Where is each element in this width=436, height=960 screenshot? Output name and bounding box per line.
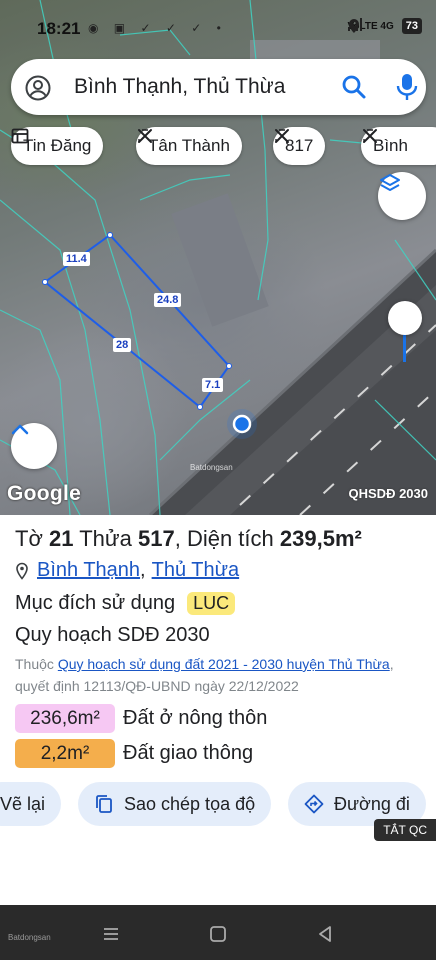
area-value: 239,5m² — [279, 526, 362, 551]
battery-icon: 73 — [401, 18, 422, 34]
dimension-label: 11.4 — [63, 252, 90, 266]
plot-label: Thửa — [79, 526, 132, 551]
home-icon[interactable] — [209, 925, 227, 943]
copy-icon — [96, 795, 112, 813]
close-x-icon — [138, 129, 152, 143]
parcel-title: Tờ 21 Thửa 517, Diện tích 239,5m² — [15, 526, 362, 551]
land-use-row: 236,6m² Đất ở nông thôn — [15, 704, 267, 733]
purpose-label: Mục đích sử dụng — [15, 592, 176, 614]
dimension-label: 7.1 — [202, 378, 224, 392]
status-bar: 18:21 ◉ ▣ ✓ ✓ ✓ • VoLTE 4G 73 — [0, 0, 436, 58]
plan-heading: Quy hoạch SDĐ 2030 — [15, 624, 210, 646]
copy-coordinates-label: Sao chép tọa độ — [124, 793, 256, 814]
parcel-location: Bình Thạnh, Thủ Thừa — [15, 559, 239, 582]
location-pin-icon — [16, 562, 28, 580]
menu-icon[interactable] — [102, 925, 120, 943]
plan-source: Thuộc Quy hoạch sử dụng đất 2021 - 2030 … — [15, 653, 420, 697]
sheet-number: 21 — [49, 526, 74, 551]
signal-icon — [348, 18, 363, 31]
land-use-row: 2,2m² Đất giao thông — [15, 739, 253, 768]
sheet-label: Tờ — [15, 526, 43, 551]
redraw-button[interactable]: Vẽ lại — [0, 782, 62, 826]
layers-icon — [380, 174, 400, 191]
google-logo: Google — [7, 482, 82, 505]
layer-label: QHSDĐ 2030 — [348, 486, 428, 501]
land-use-label: Đất ở nông thôn — [123, 707, 268, 729]
microphone-icon[interactable] — [395, 73, 419, 101]
my-location-dot — [232, 414, 252, 434]
copy-coordinates-button[interactable]: Sao chép tọa độ — [78, 782, 272, 826]
commune-link[interactable]: Bình Thạnh — [37, 559, 140, 582]
land-use-area: 236,6m² — [15, 704, 115, 733]
close-x-icon — [275, 129, 289, 143]
plan-source-link[interactable]: Quy hoạch sử dụng đất 2021 - 2030 huyện … — [58, 656, 390, 672]
land-use-label: Đất giao thông — [123, 742, 254, 764]
account-icon[interactable] — [25, 75, 51, 101]
chip-817[interactable]: 817 — [273, 127, 326, 165]
map-watermark: Batdongsan — [190, 463, 233, 472]
dimension-label: 28 — [113, 338, 132, 352]
map-view[interactable]: 11.4 24.8 28 7.1 18:21 ◉ ▣ ✓ ✓ ✓ • VoLTE… — [0, 0, 436, 515]
plot-number: 517 — [137, 526, 175, 551]
chip-tin-dang[interactable]: Tin Đăng — [11, 127, 104, 165]
system-navigation-bar: Batdongsan — [0, 905, 436, 960]
expand-panel-button[interactable] — [11, 423, 57, 469]
chip-label: Tin Đăng — [23, 136, 92, 155]
chip-label: Tân Thành — [148, 136, 230, 155]
area-label: Diện tích — [186, 526, 274, 551]
building — [171, 193, 269, 327]
footer-watermark: Batdongsan — [8, 933, 51, 942]
redraw-label: Vẽ lại — [0, 793, 46, 814]
district-link[interactable]: Thủ Thừa — [152, 559, 240, 582]
directions-label: Đường đi — [334, 793, 410, 814]
system-icons: VoLTE 4G 73 — [347, 18, 422, 34]
dimension-label: 24.8 — [154, 293, 182, 307]
disable-ads-button[interactable]: TẮT QC — [374, 819, 436, 841]
close-x-icon — [363, 129, 377, 143]
search-query[interactable]: Bình Thạnh, Thủ Thừa — [74, 75, 285, 99]
parcel-info-panel: Tờ 21 Thửa 517, Diện tích 239,5m² Bình T… — [0, 515, 436, 905]
search-bar[interactable]: Bình Thạnh, Thủ Thừa — [11, 59, 426, 115]
back-icon[interactable] — [316, 925, 334, 943]
layers-button[interactable] — [378, 172, 426, 220]
chip-tan-thanh[interactable]: Tân Thành — [136, 127, 242, 165]
clock: 18:21 — [37, 19, 81, 38]
chip-binh[interactable]: Bình — [361, 127, 436, 165]
directions-icon — [304, 794, 324, 814]
land-use-area: 2,2m² — [15, 739, 115, 768]
search-icon[interactable] — [341, 74, 367, 100]
source-prefix: Thuộc — [15, 656, 54, 672]
purpose-code-badge: LUC — [187, 592, 236, 615]
land-purpose: Mục đích sử dụng LUC — [15, 592, 236, 615]
opacity-slider-handle[interactable] — [388, 301, 422, 335]
chevron-up-icon — [11, 424, 29, 435]
list-icon — [11, 128, 29, 144]
notification-icons: ◉ ▣ ✓ ✓ ✓ • — [88, 21, 227, 35]
